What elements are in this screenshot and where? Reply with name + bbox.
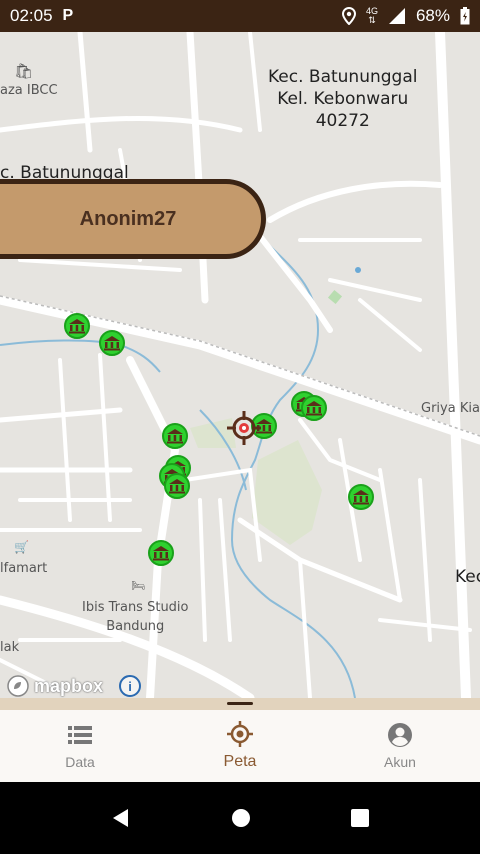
museum-icon bbox=[153, 546, 169, 561]
museum-marker[interactable] bbox=[348, 484, 374, 510]
current-location-icon bbox=[227, 411, 261, 445]
postal-code: 40272 bbox=[315, 111, 370, 131]
museum-marker[interactable] bbox=[64, 313, 90, 339]
system-navigation-bar bbox=[0, 782, 480, 854]
drawer-handle[interactable] bbox=[0, 698, 480, 710]
ibis-label-line2: Bandung bbox=[106, 619, 165, 634]
battery-percent: 68% bbox=[415, 6, 450, 25]
jalan-label: lak bbox=[0, 640, 20, 655]
mapbox-logo[interactable]: mapbox bbox=[6, 674, 103, 698]
back-icon[interactable] bbox=[110, 807, 132, 829]
museum-icon bbox=[353, 490, 369, 505]
griya-label: Griya Kia bbox=[421, 401, 480, 416]
target-icon bbox=[227, 721, 253, 747]
mapbox-icon bbox=[7, 675, 29, 697]
shop-icon: 🛍 bbox=[14, 62, 34, 80]
network-type: 4G ⇅ bbox=[365, 6, 378, 25]
museum-marker[interactable] bbox=[148, 540, 174, 566]
ibis-label: Ibis Trans Studio Bandung bbox=[82, 598, 189, 636]
kec-right-label: Kec bbox=[455, 567, 480, 587]
museum-marker[interactable] bbox=[99, 330, 125, 356]
network-type-label: 4G bbox=[365, 6, 378, 16]
museum-marker[interactable] bbox=[301, 395, 327, 421]
district-label-main: Kec. Batununggal Kel. Kebonwaru 40272 bbox=[268, 66, 417, 132]
museum-icon bbox=[306, 401, 322, 416]
nav-item-data[interactable]: Data bbox=[0, 710, 160, 782]
nav-item-label: Peta bbox=[223, 753, 257, 770]
museum-marker[interactable] bbox=[164, 473, 190, 499]
list-icon bbox=[68, 726, 92, 744]
battery-icon bbox=[460, 7, 470, 25]
nav-item-akun[interactable]: Akun bbox=[320, 710, 480, 782]
ibis-label-line1: Ibis Trans Studio bbox=[82, 600, 189, 615]
status-bar: 02:05 P 4G ⇅ 68% bbox=[0, 0, 480, 32]
home-icon[interactable] bbox=[231, 808, 251, 828]
status-time: 02:05 bbox=[10, 6, 53, 25]
plaza-label: aza IBCC bbox=[0, 83, 58, 98]
museum-icon bbox=[169, 479, 185, 494]
nav-item-label: Akun bbox=[384, 754, 416, 770]
mapbox-wordmark: mapbox bbox=[34, 675, 104, 696]
museum-marker[interactable] bbox=[162, 423, 188, 449]
signal-icon bbox=[388, 8, 405, 24]
user-name-card[interactable]: Anonim27 bbox=[0, 179, 266, 259]
account-icon bbox=[388, 723, 412, 747]
recents-icon[interactable] bbox=[350, 808, 370, 828]
alfamart-label: lfamart bbox=[0, 561, 48, 576]
parking-app-icon: P bbox=[62, 7, 74, 24]
map-view[interactable]: Kec. Batununggal Kel. Kebonwaru 40272 🛍 … bbox=[0, 32, 480, 698]
location-icon bbox=[341, 7, 356, 25]
cart-icon: 🛒 bbox=[14, 540, 29, 554]
drawer-grip bbox=[227, 702, 253, 705]
attribution-info-icon[interactable]: i bbox=[119, 675, 141, 697]
nav-item-label: Data bbox=[65, 754, 95, 770]
kelurahan-name: Kel. Kebonwaru bbox=[277, 89, 409, 109]
district-name: Kec. Batununggal bbox=[268, 67, 418, 87]
nav-item-peta[interactable]: Peta bbox=[160, 710, 320, 782]
museum-icon bbox=[167, 429, 183, 444]
museum-icon bbox=[69, 319, 85, 334]
hotel-icon: 🛏 bbox=[131, 579, 145, 592]
user-name: Anonim27 bbox=[79, 207, 177, 230]
museum-icon bbox=[104, 336, 120, 351]
bottom-navigation: Data Peta Akun bbox=[0, 710, 480, 782]
